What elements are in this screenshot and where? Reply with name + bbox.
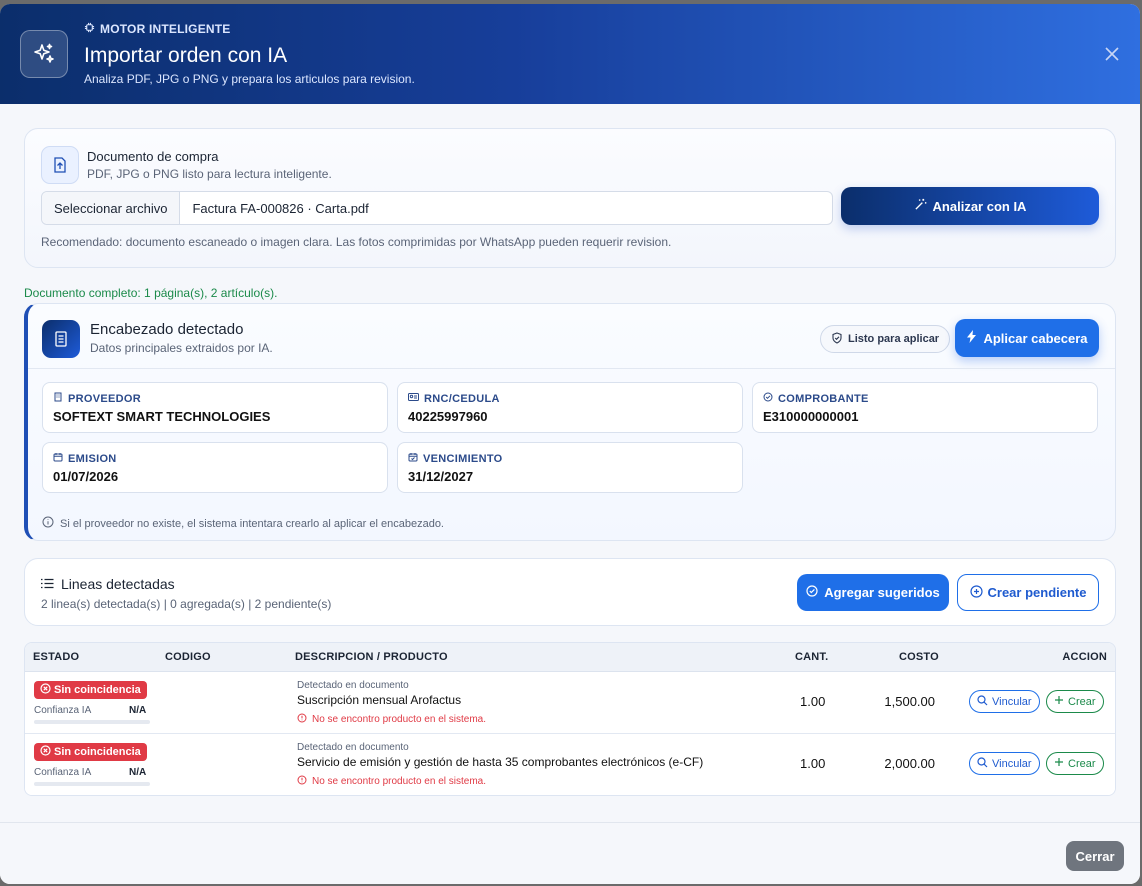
analyze-button[interactable]: Analizar con IA — [841, 187, 1099, 225]
check-badge-icon — [806, 585, 818, 600]
product-description: Servicio de emisión y gestión de hasta 3… — [297, 755, 704, 769]
building-icon — [53, 392, 63, 405]
file-upload-icon — [41, 146, 79, 184]
confidence-bar — [34, 782, 150, 786]
table-row: Sin coincidencia Confianza IA N/A Detect… — [25, 734, 1115, 795]
modal-title: Importar orden con IA — [84, 44, 288, 67]
quantity: 1.00 — [800, 694, 826, 709]
receipt-icon — [42, 320, 80, 358]
modal-footer: Cerrar — [0, 822, 1140, 884]
list-icon — [41, 576, 54, 592]
confidence-label: Confianza IA — [34, 767, 92, 778]
confidence-value: N/A — [129, 767, 147, 778]
col-costo: COSTO — [899, 651, 939, 663]
link-product-button[interactable]: Vincular — [969, 690, 1040, 713]
create-pending-button[interactable]: Crear pendiente — [957, 574, 1099, 611]
select-file-button[interactable]: Seleccionar archivo — [42, 192, 181, 224]
error-message: No se encontro producto en el sistema. — [297, 713, 486, 726]
field-rnc-cedula: RNC/CEDULA 40225997960 — [397, 382, 743, 433]
cpu-icon — [84, 22, 95, 36]
check-circle-icon — [763, 392, 773, 405]
document-subtitle: PDF, JPG o PNG listo para lectura inteli… — [87, 167, 332, 181]
col-estado: ESTADO — [33, 651, 80, 663]
confidence-value: N/A — [129, 705, 147, 716]
eyebrow: MOTOR INTELIGENTE — [84, 22, 231, 36]
field-proveedor: PROVEEDOR SOFTEXT SMART TECHNOLOGIES — [42, 382, 388, 433]
document-note: Recomendado: documento escaneado o image… — [41, 235, 672, 249]
x-circle-icon — [40, 683, 51, 697]
col-descripcion: DESCRIPCION / PRODUCTO — [295, 651, 448, 663]
table-row: Sin coincidencia Confianza IA N/A Detect… — [25, 672, 1115, 734]
lightning-icon — [966, 330, 977, 346]
col-codigo: CODIGO — [165, 651, 211, 663]
confidence-label: Confianza IA — [34, 705, 92, 716]
modal-subtitle: Analiza PDF, JPG o PNG y prepara los art… — [84, 72, 415, 86]
close-icon[interactable] — [1102, 44, 1122, 64]
divider — [28, 368, 1115, 369]
confidence-bar — [34, 720, 150, 724]
lines-summary: 2 linea(s) detectada(s) | 0 agregada(s) … — [41, 597, 332, 611]
detected-header-title: Encabezado detectado — [90, 321, 244, 338]
cost: 2,000.00 — [884, 756, 935, 771]
alert-circle-icon — [297, 775, 307, 788]
shield-icon — [831, 331, 843, 347]
table-header: ESTADO CODIGO DESCRIPCION / PRODUCTO CAN… — [25, 643, 1115, 672]
cost: 1,500.00 — [884, 694, 935, 709]
id-card-icon — [408, 392, 419, 405]
lines-table: ESTADO CODIGO DESCRIPCION / PRODUCTO CAN… — [24, 642, 1116, 796]
calendar-icon — [53, 452, 63, 465]
ready-badge: Listo para aplicar — [820, 325, 951, 353]
create-product-button[interactable]: Crear — [1046, 690, 1104, 713]
search-icon — [977, 694, 988, 709]
col-accion: ACCION — [1062, 651, 1107, 663]
detected-header-card: Encabezado detectado Datos principales e… — [24, 303, 1116, 541]
field-emision: EMISION 01/07/2026 — [42, 442, 388, 493]
apply-header-button[interactable]: Aplicar cabecera — [955, 319, 1099, 357]
lines-card: Lineas detectadas 2 linea(s) detectada(s… — [24, 558, 1116, 626]
detected-label: Detectado en documento — [297, 742, 409, 753]
create-product-button[interactable]: Crear — [1046, 752, 1104, 775]
file-input[interactable]: Seleccionar archivo Factura FA-000826 · … — [41, 191, 833, 225]
lines-title: Lineas detectadas — [41, 576, 175, 592]
eyebrow-text: MOTOR INTELIGENTE — [100, 22, 231, 36]
error-message: No se encontro producto en el sistema. — [297, 775, 486, 788]
close-button[interactable]: Cerrar — [1066, 841, 1124, 871]
product-description: Suscripción mensual Arofactus — [297, 693, 462, 707]
status-message: Documento completo: 1 página(s), 2 artíc… — [24, 286, 278, 300]
detected-header-subtitle: Datos principales extraidos por IA. — [90, 341, 273, 355]
status-badge: Sin coincidencia — [34, 681, 147, 699]
link-product-button[interactable]: Vincular — [969, 752, 1040, 775]
file-name: Factura FA-000826 · Carta.pdf — [192, 200, 369, 216]
sparkles-icon — [20, 30, 68, 78]
field-vencimiento: VENCIMIENTO 31/12/2027 — [397, 442, 743, 493]
modal-header: MOTOR INTELIGENTE Importar orden con IA … — [0, 4, 1140, 104]
x-circle-icon — [40, 745, 51, 759]
import-order-modal: MOTOR INTELIGENTE Importar orden con IA … — [0, 4, 1140, 884]
plus-circle-icon — [969, 584, 983, 601]
quantity: 1.00 — [800, 756, 826, 771]
plus-icon — [1054, 757, 1064, 770]
info-icon — [42, 516, 54, 531]
add-suggested-button[interactable]: Agregar sugeridos — [797, 574, 949, 611]
document-card: Documento de compra PDF, JPG o PNG listo… — [24, 128, 1116, 268]
status-badge: Sin coincidencia — [34, 743, 147, 761]
field-comprobante: COMPROBANTE E310000000001 — [752, 382, 1098, 433]
search-icon — [977, 756, 988, 771]
detected-label: Detectado en documento — [297, 680, 409, 691]
col-cant: CANT. — [795, 651, 829, 663]
magic-wand-icon — [914, 198, 927, 214]
alert-circle-icon — [297, 713, 307, 726]
plus-icon — [1054, 695, 1064, 708]
header-note: Si el proveedor no existe, el sistema in… — [42, 516, 444, 531]
calendar-check-icon — [408, 452, 418, 465]
document-title: Documento de compra — [87, 149, 219, 164]
